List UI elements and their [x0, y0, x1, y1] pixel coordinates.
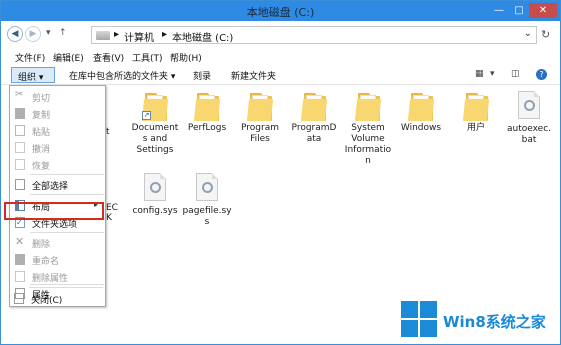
menu-item-undo[interactable]: 撤消	[10, 139, 105, 156]
folder-icon	[462, 91, 490, 121]
highlight-box-folder-options	[4, 202, 104, 220]
menu-edit[interactable]: 编辑(E)	[53, 51, 84, 64]
menu-view[interactable]: 查看(V)	[93, 51, 124, 64]
delete-icon: ✕	[15, 235, 25, 248]
undo-icon	[15, 142, 25, 153]
menu-item-remove-properties[interactable]: 删除属性	[10, 268, 105, 285]
address-row: ◀ ▶ ▾ ↑ ▸ 计算机 ▸ 本地磁盘 (C:) ⌄ ↻	[1, 24, 560, 48]
organize-button[interactable]: 组织 ▾	[11, 67, 55, 83]
menu-separator	[30, 284, 104, 285]
folder-documents-and-settings[interactable]: ↗ Document s and Settings	[127, 91, 183, 156]
paste-icon	[15, 125, 25, 136]
back-button[interactable]: ◀	[7, 26, 23, 42]
copy-icon	[15, 108, 25, 119]
recent-locations-icon[interactable]: ▾	[46, 28, 51, 38]
item-label: Windows	[400, 123, 442, 133]
folder-windows[interactable]: Windows	[393, 91, 449, 134]
redo-icon	[15, 159, 25, 170]
menu-bar: 文件(F) 编辑(E) 查看(V) 工具(T) 帮助(H)	[1, 50, 560, 66]
menu-item-copy[interactable]: 复制	[10, 105, 105, 122]
folder-perflogs[interactable]: PerfLogs	[179, 91, 235, 134]
refresh-icon[interactable]: ↻	[541, 28, 550, 41]
partial-label: t	[106, 127, 110, 137]
include-in-library-button[interactable]: 在库中包含所选的文件夹 ▾	[69, 69, 175, 82]
watermark: Win8系统之家	[401, 299, 561, 343]
drive-icon	[96, 31, 110, 40]
folder-program-files[interactable]: Program Files	[232, 91, 288, 145]
file-autoexec-bat[interactable]: autoexec. bat	[501, 91, 557, 146]
select-all-icon	[15, 179, 25, 190]
folder-icon	[354, 91, 382, 121]
up-arrow-icon[interactable]: ↑	[59, 28, 67, 38]
shortcut-arrow-icon: ↗	[142, 111, 151, 120]
change-view-icon[interactable]: ▦	[475, 69, 484, 79]
partial-label: K	[106, 213, 112, 223]
settings-file-icon	[196, 173, 218, 201]
help-icon[interactable]: ?	[536, 69, 547, 80]
window-title: 本地磁盘 (C:)	[246, 6, 315, 19]
folder-icon	[407, 91, 435, 121]
folder-system-volume-information[interactable]: System Volume Informatio n	[340, 91, 396, 167]
menu-item-cut[interactable]: ✂ 剪切	[10, 88, 105, 105]
item-label: Document s and Settings	[131, 123, 179, 155]
windows-logo-icon	[401, 301, 439, 339]
close-button[interactable]: ✕	[529, 3, 557, 18]
explorer-window: 本地磁盘 (C:) — □ ✕ ◀ ▶ ▾ ↑ ▸ 计算机 ▸ 本地磁盘 (C:…	[0, 0, 561, 345]
breadcrumb-separator: ▸	[162, 29, 168, 40]
item-label: 用户	[466, 123, 485, 133]
watermark-text: Win8系统之家	[443, 313, 546, 331]
title-bar[interactable]: 本地磁盘 (C:) — □ ✕	[1, 1, 560, 21]
file-config-sys[interactable]: config.sys	[127, 173, 183, 217]
settings-file-icon	[518, 91, 540, 119]
menu-separator	[29, 287, 103, 288]
organize-menu: ✂ 剪切 复制 粘贴 撤消 恢复 全部选择 布局 ▸ ✓ 文件夹选项 ✕ 删除 …	[9, 85, 106, 307]
breadcrumb-local-disk[interactable]: 本地磁盘 (C:)	[172, 29, 233, 44]
file-pagefile-sys[interactable]: pagefile.sy s	[179, 173, 235, 228]
item-label: Program Files	[241, 123, 279, 144]
menu-separator	[30, 174, 104, 175]
menu-item-rename[interactable]: 重命名	[10, 251, 105, 268]
folder-icon	[300, 91, 328, 121]
menu-tools[interactable]: 工具(T)	[132, 51, 163, 64]
address-dropdown-icon[interactable]: ⌄	[524, 28, 532, 39]
close-window-icon	[14, 293, 24, 304]
item-label: autoexec. bat	[506, 124, 552, 145]
menu-item-delete[interactable]: ✕ 删除	[10, 234, 105, 251]
remove-properties-icon	[15, 271, 25, 282]
rename-icon	[15, 254, 25, 265]
menu-separator	[30, 194, 104, 195]
menu-item-close[interactable]: 关闭(C)	[9, 290, 104, 307]
burn-button[interactable]: 刻录	[193, 69, 211, 82]
breadcrumb-computer[interactable]: 计算机	[124, 29, 154, 44]
maximize-button[interactable]: □	[511, 3, 527, 18]
menu-file[interactable]: 文件(F)	[15, 51, 45, 64]
folder-programdata[interactable]: ProgramD ata	[286, 91, 342, 145]
menu-item-select-all[interactable]: 全部选择	[10, 176, 105, 193]
preview-pane-icon[interactable]: ◫	[511, 69, 520, 79]
item-label: pagefile.sy s	[182, 206, 232, 227]
menu-item-redo[interactable]: 恢复	[10, 156, 105, 173]
cut-icon: ✂	[15, 89, 24, 100]
minimize-button[interactable]: —	[491, 3, 507, 18]
forward-button[interactable]: ▶	[25, 26, 41, 42]
breadcrumb-separator: ▸	[114, 29, 120, 40]
settings-file-icon	[144, 173, 166, 201]
item-label: System Volume Informatio n	[344, 123, 392, 166]
item-label: PerfLogs	[187, 123, 227, 133]
item-label: config.sys	[132, 206, 178, 216]
folder-icon	[193, 91, 221, 121]
command-bar: 组织 ▾ 在库中包含所选的文件夹 ▾ 刻录 新建文件夹 ▦ ▾ ◫ ?	[1, 66, 560, 85]
folder-icon	[246, 91, 274, 121]
folder-users[interactable]: 用户	[448, 91, 504, 134]
menu-separator	[30, 232, 104, 233]
address-bar[interactable]: ▸ 计算机 ▸ 本地磁盘 (C:) ⌄	[91, 26, 537, 44]
new-folder-button[interactable]: 新建文件夹	[231, 69, 276, 82]
organize-menu-close-row: 关闭(C)	[9, 287, 106, 307]
menu-item-paste[interactable]: 粘贴	[10, 122, 105, 139]
file-list: t EC K ↗ Document s and Settings PerfLogs …	[106, 91, 556, 241]
view-dropdown-icon[interactable]: ▾	[490, 69, 495, 79]
item-label: ProgramD ata	[291, 123, 337, 144]
folder-icon: ↗	[141, 91, 169, 121]
menu-help[interactable]: 帮助(H)	[170, 51, 202, 64]
